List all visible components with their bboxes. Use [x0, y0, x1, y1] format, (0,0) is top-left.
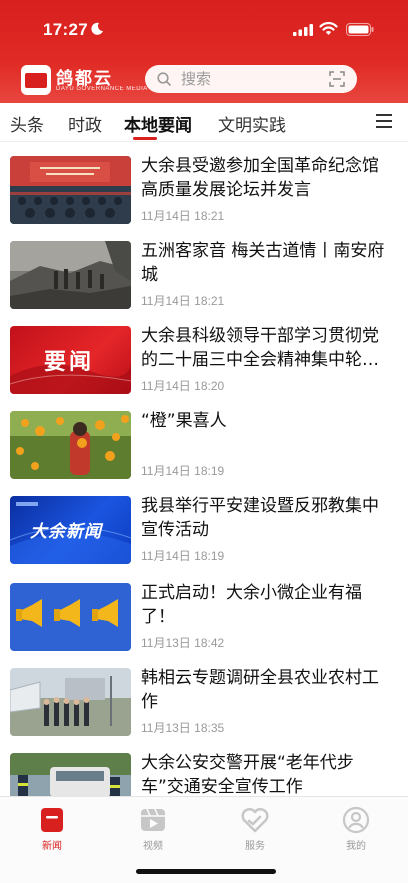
news-thumbnail: [10, 156, 131, 224]
bottom-tab-label: 新闻: [42, 841, 62, 852]
bottom-tab-label: 服务: [245, 841, 265, 852]
news-time: 11月14日 18:21: [141, 209, 225, 223]
video-icon: [141, 808, 165, 831]
battery-icon: [346, 23, 374, 36]
news-item[interactable]: 五洲客家音 梅关古道情丨南安府城 11月14日 18:21: [0, 241, 408, 325]
news-time: 11月14日 18:20: [141, 379, 225, 393]
service-icon: [241, 807, 269, 833]
news-time: 11月14日 18:19: [141, 464, 225, 478]
status-bar: 17:27: [0, 0, 408, 56]
tab-politics[interactable]: 时政: [68, 111, 102, 136]
news-icon: [41, 808, 63, 832]
news-time: 11月13日 18:42: [141, 636, 225, 650]
app-logo-subtitle: DAYU GOVERNANCE MEDIA: [56, 86, 148, 92]
home-indicator: [136, 869, 276, 874]
news-title: 大余公安交警开展“老年代步车”交通安全宣传工作: [141, 753, 354, 797]
app-logo-icon: [21, 65, 51, 95]
news-time: 11月14日 18:19: [141, 549, 225, 563]
search-input[interactable]: [181, 67, 321, 91]
news-title: 五洲客家音 梅关古道情丨南安府城: [141, 241, 385, 285]
bottom-tab-news[interactable]: 新闻: [27, 805, 77, 852]
news-thumbnail: [10, 241, 131, 309]
news-item[interactable]: 韩相云专题调研全县农业农村工作 11月13日 18:35: [0, 668, 408, 752]
wifi-icon: [319, 22, 338, 35]
bottom-tab-profile[interactable]: 我的: [331, 805, 381, 852]
tab-civilization-practice[interactable]: 文明实践: [218, 111, 286, 136]
news-item[interactable]: “橙”果喜人 11月14日 18:19: [0, 411, 408, 495]
news-title: 我县举行平安建设暨反邪教集中宣传活动: [141, 496, 379, 540]
bottom-tab-label: 视频: [143, 841, 163, 852]
thumbnail-label: 大余新闻: [30, 522, 102, 542]
news-thumbnail: [10, 583, 131, 651]
bottom-tab-video[interactable]: 视频: [128, 805, 178, 852]
status-time: 17:27: [43, 20, 88, 39]
news-thumbnail: 大余新闻: [10, 496, 131, 564]
search-box[interactable]: [145, 65, 357, 93]
news-thumbnail: [10, 411, 131, 479]
news-item[interactable]: 大余县受邀参加全国革命纪念馆高质量发展论坛并发言 11月14日 18:21: [0, 156, 408, 240]
bottom-tab-label: 我的: [346, 841, 366, 852]
app-header: 17:27 鸽都云 DAYU GOVERNANCE MEDIA: [0, 0, 408, 103]
news-title: 正式启动！大余小微企业有福了！: [141, 583, 362, 627]
news-title: “橙”果喜人: [141, 411, 227, 431]
tab-local-news[interactable]: 本地要闻: [124, 111, 192, 136]
news-thumbnail: [10, 668, 131, 736]
moon-icon: [91, 22, 103, 35]
search-icon: [157, 72, 171, 86]
profile-icon: [342, 806, 370, 834]
news-title: 大余县科级领导干部学习贯彻党的二十届三中全会精神集中轮…: [141, 326, 379, 370]
tab-headlines[interactable]: 头条: [10, 111, 44, 136]
news-item[interactable]: 正式启动！大余小微企业有福了！ 11月13日 18:42: [0, 583, 408, 667]
active-tab-indicator: [133, 137, 157, 140]
news-item[interactable]: 要闻 大余县科级领导干部学习贯彻党的二十届三中全会精神集中轮… 11月14日 1…: [0, 326, 408, 410]
news-time: 11月14日 18:21: [141, 294, 225, 308]
scan-icon[interactable]: [329, 71, 345, 87]
news-title: 大余县受邀参加全国革命纪念馆高质量发展论坛并发言: [141, 156, 379, 200]
thumbnail-label: 要闻: [44, 350, 95, 375]
news-title: 韩相云专题调研全县农业农村工作: [141, 668, 379, 712]
bottom-tab-service[interactable]: 服务: [230, 805, 280, 852]
cellular-signal-icon: [293, 24, 313, 36]
category-tabs: 头条 时政 本地要闻 文明实践: [0, 103, 408, 141]
news-time: 11月13日 18:35: [141, 721, 225, 735]
menu-icon[interactable]: [376, 114, 392, 128]
divider: [0, 141, 408, 142]
news-thumbnail: 要闻: [10, 326, 131, 394]
news-item[interactable]: 大余新闻 我县举行平安建设暨反邪教集中宣传活动 11月14日 18:19: [0, 496, 408, 580]
